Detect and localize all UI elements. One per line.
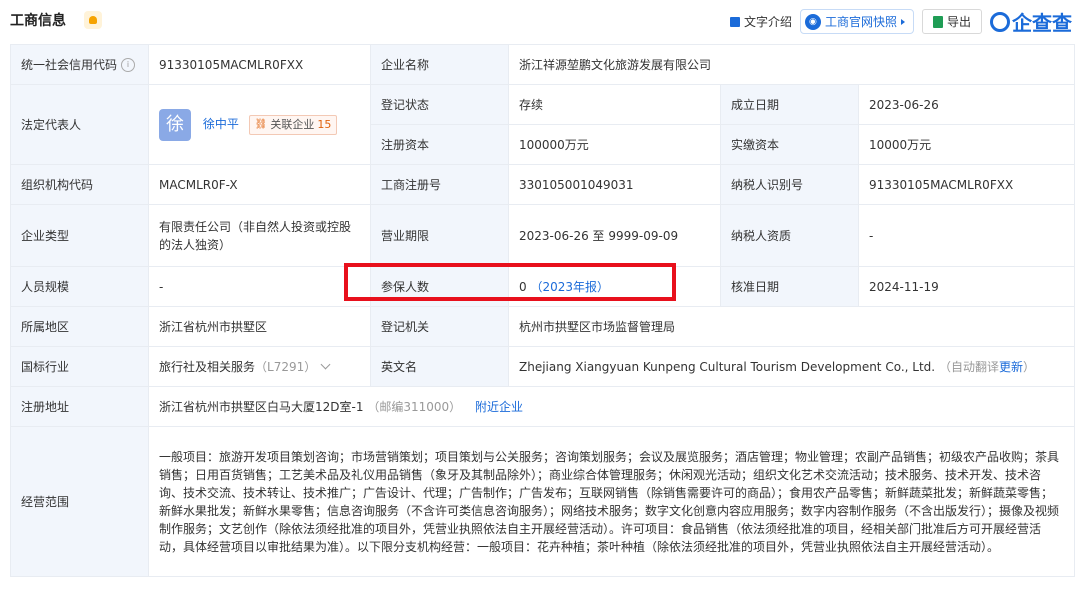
company-type-value: 有限责任公司（非自然人投资或控股的法人独资） <box>148 204 371 267</box>
insured-count: 0 <box>519 279 527 294</box>
logo-text: 企查查 <box>1012 11 1072 35</box>
export-button[interactable]: 导出 <box>921 9 982 34</box>
table-row: 国标行业 旅行社及相关服务（L7291） 英文名 Zhejiang Xiangy… <box>10 346 1076 387</box>
table-row: 人员规模 - 参保人数 0 （2023年报） 核准日期 2024-11-19 <box>10 266 1076 307</box>
related-count: 15 <box>317 117 332 131</box>
biz-reg-no-label: 工商注册号 <box>370 164 509 205</box>
table-row: 注册地址 浙江省杭州市拱墅区白马大厦12D室-1 （邮编311000） 附近企业 <box>10 386 1076 427</box>
insured-report-link[interactable]: （2023年报） <box>530 280 609 294</box>
scope-label: 经营范围 <box>10 426 149 577</box>
region-value: 浙江省杭州市拱墅区 <box>148 306 371 347</box>
section-header: 工商信息 文字介绍 ◉ 工商官网快照 导出 企查查 <box>0 0 1080 40</box>
found-date-label: 成立日期 <box>720 84 859 125</box>
related-companies-badge[interactable]: ⛓ 关联企业 15 <box>248 114 338 135</box>
region-label: 所属地区 <box>10 306 149 347</box>
qcc-logo: 企查查 <box>990 7 1072 36</box>
qcc-logo-icon <box>990 11 1010 32</box>
english-name-value: Zhejiang Xiangyuan Kunpeng Cultural Tour… <box>519 359 936 374</box>
reg-status-label: 登记状态 <box>370 84 509 125</box>
credit-code-label: 统一社会信用代码 <box>21 57 118 72</box>
postcode: （邮编311000） <box>367 399 462 414</box>
industry-label: 国标行业 <box>10 346 149 387</box>
english-name-label: 英文名 <box>370 346 509 387</box>
industry-code: （L7291） <box>255 359 317 374</box>
company-type-label: 企业类型 <box>10 204 149 267</box>
approve-date-value: 2024-11-19 <box>857 266 1076 307</box>
legal-rep-label: 法定代表人 <box>10 84 149 165</box>
scope-value: 一般项目：旅游开发项目策划咨询；市场营销策划；项目策划与公关服务；咨询策划服务；… <box>147 426 1076 577</box>
table-row: 组织机构代码 MACMLR0F-X 工商注册号 330105001049031 … <box>10 164 1076 205</box>
legal-rep-name-link[interactable]: 徐中平 <box>203 117 239 131</box>
biz-term-value: 2023-06-26 至 9999-09-09 <box>508 204 721 267</box>
biz-term-label: 营业期限 <box>370 204 509 267</box>
taxpayer-id-label: 纳税人识别号 <box>720 164 859 205</box>
bell-icon[interactable] <box>84 11 102 29</box>
company-name-label: 企业名称 <box>370 44 509 85</box>
update-link[interactable]: 更新 <box>999 360 1023 374</box>
taxpayer-id-value: 91330105MACMLR0FXX <box>857 164 1076 205</box>
address-cell: 浙江省杭州市拱墅区白马大厦12D室-1 （邮编311000） 附近企业 <box>147 386 1076 427</box>
table-row: 法定代表人 徐 徐中平 ⛓ 关联企业 15 登记状态 存续 成立日期 2023-… <box>10 84 1076 165</box>
org-code-label: 组织机构代码 <box>10 164 149 205</box>
paid-capital-label: 实缴资本 <box>720 124 859 165</box>
chevron-down-icon[interactable] <box>320 359 331 369</box>
text-intro-button[interactable]: 文字介绍 <box>729 13 792 30</box>
industry-cell[interactable]: 旅行社及相关服务（L7291） <box>148 346 371 387</box>
credit-code-label-cell: 统一社会信用代码 i <box>10 44 149 85</box>
table-row: 所属地区 浙江省杭州市拱墅区 登记机关 杭州市拱墅区市场监督管理局 <box>10 306 1076 347</box>
reg-authority-value: 杭州市拱墅区市场监督管理局 <box>507 306 1076 347</box>
close-paren: ） <box>1022 359 1035 374</box>
staff-size-label: 人员规模 <box>10 266 149 307</box>
nearby-companies-link[interactable]: 附近企业 <box>475 400 523 414</box>
address-label: 注册地址 <box>10 386 149 427</box>
credit-code-value: 91330105MACMLR0FXX <box>148 44 371 85</box>
industry-value: 旅行社及相关服务 <box>159 359 256 374</box>
table-row: 企业类型 有限责任公司（非自然人投资或控股的法人独资） 营业期限 2023-06… <box>10 204 1076 267</box>
doc-icon <box>729 16 740 27</box>
insured-cell: 0 （2023年报） <box>508 266 721 307</box>
biz-reg-no-value: 330105001049031 <box>508 164 721 205</box>
table-row: 统一社会信用代码 i 91330105MACMLR0FXX 企业名称 浙江祥源堃鹏… <box>10 44 1076 85</box>
taxpayer-qual-value: - <box>857 204 1076 267</box>
caret-right-icon <box>900 18 905 25</box>
text-intro-label: 文字介绍 <box>743 15 792 29</box>
approve-date-label: 核准日期 <box>720 266 859 307</box>
auto-translate-text: （自动翻译 <box>938 359 999 374</box>
address-value: 浙江省杭州市拱墅区白马大厦12D室-1 <box>159 399 364 414</box>
business-info-table: 统一社会信用代码 i 91330105MACMLR0FXX 企业名称 浙江祥源堃鹏… <box>10 44 1076 577</box>
excel-icon <box>932 15 943 28</box>
camera-icon: ◉ <box>804 13 821 30</box>
snapshot-label: 工商官网快照 <box>824 15 897 29</box>
header-actions: 文字介绍 ◉ 工商官网快照 导出 企查查 <box>729 7 1072 36</box>
company-name-value: 浙江祥源堃鹏文化旅游发展有限公司 <box>507 44 1076 85</box>
taxpayer-qual-label: 纳税人资质 <box>720 204 859 267</box>
reg-status-value: 存续 <box>508 84 721 125</box>
link-icon: ⛓ <box>254 118 268 130</box>
avatar[interactable]: 徐 <box>159 108 191 141</box>
reg-capital-label: 注册资本 <box>370 124 509 165</box>
paid-capital-value: 10000万元 <box>857 124 1076 165</box>
insured-label: 参保人数 <box>370 266 509 307</box>
english-name-cell: Zhejiang Xiangyuan Kunpeng Cultural Tour… <box>507 346 1076 387</box>
table-row: 经营范围 一般项目：旅游开发项目策划咨询；市场营销策划；项目策划与公关服务；咨询… <box>10 426 1076 577</box>
export-label: 导出 <box>946 15 971 29</box>
legal-rep-cell: 徐 徐中平 ⛓ 关联企业 15 <box>148 84 371 165</box>
snapshot-button[interactable]: ◉ 工商官网快照 <box>799 9 914 34</box>
reg-authority-label: 登记机关 <box>370 306 509 347</box>
related-label: 关联企业 <box>270 117 315 131</box>
info-icon[interactable]: i <box>121 58 136 72</box>
reg-capital-value: 100000万元 <box>508 124 721 165</box>
found-date-value: 2023-06-26 <box>857 84 1076 125</box>
org-code-value: MACMLR0F-X <box>148 164 371 205</box>
section-title: 工商信息 <box>10 13 66 29</box>
staff-size-value: - <box>148 266 371 307</box>
